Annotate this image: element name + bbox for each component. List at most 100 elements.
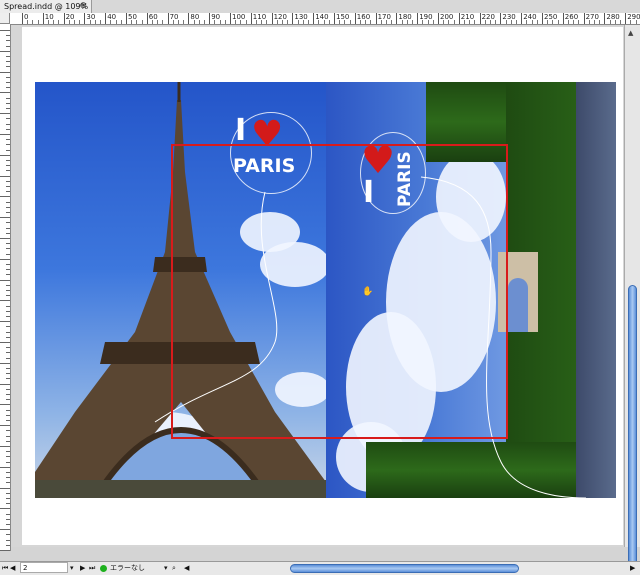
left-page-photo[interactable]: I ♥ PARIS bbox=[35, 82, 326, 498]
ruler-tick bbox=[6, 108, 10, 109]
ruler-tick bbox=[6, 186, 10, 187]
ruler-tick bbox=[6, 128, 10, 130]
ruler-tick-label: 190 bbox=[419, 13, 433, 21]
ruler-tick bbox=[354, 13, 356, 24]
ruler-origin[interactable] bbox=[0, 13, 10, 24]
close-tab-icon[interactable]: ⊗ bbox=[79, 0, 87, 13]
ruler-minor-tick bbox=[552, 20, 554, 24]
ruler-minor-tick bbox=[349, 20, 351, 24]
right-page-photo[interactable]: ♥ I PARIS ✋ bbox=[326, 82, 616, 498]
ruler-tick bbox=[0, 196, 10, 198]
ruler-tick bbox=[209, 13, 211, 24]
scroll-left-icon[interactable]: ◀ bbox=[184, 562, 189, 575]
ruler-minor-tick bbox=[469, 20, 471, 24]
scroll-up-icon[interactable]: ▲ bbox=[628, 29, 633, 37]
ruler-tick bbox=[0, 342, 10, 343]
ruler-tick-label: 170 bbox=[377, 13, 391, 21]
ruler-tick bbox=[105, 13, 107, 24]
ruler-tick bbox=[6, 66, 10, 68]
ruler-tick bbox=[0, 134, 10, 135]
ruler-tick bbox=[6, 378, 10, 380]
ruler-tick bbox=[375, 13, 377, 24]
ruler-minor-tick bbox=[287, 20, 289, 24]
ruler-minor-tick bbox=[141, 20, 143, 24]
ruler-minor-tick bbox=[74, 20, 75, 24]
ruler-minor-tick bbox=[422, 20, 424, 24]
ruler-minor-tick bbox=[453, 20, 455, 24]
ruler-tick-label: 290 bbox=[627, 13, 640, 21]
last-page-icon[interactable]: ⏭ bbox=[89, 562, 95, 575]
ruler-tick bbox=[6, 357, 10, 359]
horizontal-scroll-thumb[interactable] bbox=[290, 564, 519, 573]
ruler-minor-tick bbox=[224, 20, 226, 24]
open-document-icon[interactable]: ⌕ bbox=[172, 562, 176, 575]
ruler-minor-tick bbox=[635, 20, 637, 24]
ruler-minor-tick bbox=[620, 20, 621, 24]
ruler-tick bbox=[6, 430, 10, 432]
ruler-minor-tick bbox=[58, 20, 60, 24]
ruler-tick-label: 270 bbox=[585, 13, 599, 21]
ruler-minor-tick bbox=[474, 20, 476, 24]
ruler-minor-tick bbox=[79, 20, 81, 24]
vertical-ruler[interactable] bbox=[0, 24, 11, 551]
ruler-tick bbox=[334, 13, 335, 24]
ruler-tick bbox=[0, 550, 10, 551]
ruler-minor-tick bbox=[308, 20, 309, 24]
preflight-status-icon bbox=[100, 562, 107, 575]
ruler-minor-tick bbox=[32, 20, 34, 24]
ruler-tick bbox=[6, 87, 10, 89]
ruler-tick bbox=[6, 284, 10, 286]
ruler-minor-tick bbox=[531, 20, 533, 24]
ruler-tick bbox=[126, 13, 127, 24]
page-number-field[interactable]: 2 bbox=[20, 562, 68, 573]
ruler-minor-tick bbox=[557, 20, 559, 24]
ruler-minor-tick bbox=[448, 20, 450, 24]
ruler-tick bbox=[542, 13, 543, 24]
horizontal-ruler[interactable]: 0 10 20 30 40 50 60 70 80 90 100 110 120 130 140 150 160… bbox=[10, 13, 640, 25]
ruler-tick bbox=[604, 13, 606, 24]
ruler-tick bbox=[479, 13, 481, 24]
ruler-tick bbox=[6, 61, 10, 63]
page-dropdown-icon[interactable]: ▾ bbox=[70, 562, 74, 575]
scroll-right-icon[interactable]: ▶ bbox=[630, 562, 635, 575]
ruler-tick bbox=[0, 383, 10, 385]
spread[interactable]: I ♥ PARIS ♥ I PARIS ✋ bbox=[35, 82, 616, 498]
ruler-tick bbox=[500, 13, 502, 24]
preflight-dropdown-icon[interactable]: ▾ bbox=[164, 562, 168, 575]
ruler-minor-tick bbox=[505, 20, 507, 24]
ruler-tick-label: 200 bbox=[440, 13, 454, 21]
ruler-minor-tick bbox=[510, 20, 512, 24]
ruler-tick bbox=[6, 290, 10, 291]
ruler-tick bbox=[0, 508, 10, 510]
preflight-status[interactable]: エラーなし bbox=[110, 562, 145, 575]
ruler-tick bbox=[6, 456, 10, 458]
ruler-minor-tick bbox=[204, 20, 205, 24]
vertical-scrollbar[interactable]: ▲ bbox=[624, 25, 640, 570]
ruler-minor-tick bbox=[183, 20, 185, 24]
prev-page-icon[interactable]: ◀ bbox=[10, 562, 15, 575]
ruler-tick bbox=[0, 466, 10, 468]
ruler-tick bbox=[6, 326, 10, 328]
ruler-tick bbox=[6, 253, 10, 255]
ruler-tick bbox=[6, 368, 10, 369]
ruler-minor-tick bbox=[365, 20, 367, 24]
ruler-minor-tick bbox=[131, 20, 133, 24]
ruler-tick bbox=[0, 154, 10, 156]
next-page-icon[interactable]: ▶ bbox=[80, 562, 85, 575]
ruler-tick bbox=[6, 503, 10, 505]
document-tab[interactable]: Spread.indd @ 109% ⊗ bbox=[0, 0, 92, 13]
document-tab-title: Spread.indd @ 109% bbox=[4, 2, 89, 11]
ruler-tick bbox=[63, 13, 65, 24]
ruler-minor-tick bbox=[526, 20, 528, 24]
ruler-tick bbox=[6, 243, 10, 245]
ruler-tick bbox=[6, 102, 10, 104]
ruler-tick bbox=[271, 13, 273, 24]
ruler-tick bbox=[6, 399, 10, 401]
ruler-tick bbox=[6, 82, 10, 83]
vertical-scroll-thumb[interactable] bbox=[628, 285, 637, 570]
ruler-tick bbox=[6, 513, 10, 515]
first-page-icon[interactable]: ⏮ bbox=[2, 562, 8, 575]
ruler-tick bbox=[0, 425, 10, 427]
ruler-tick-label: 110 bbox=[252, 13, 267, 21]
ruler-tick bbox=[6, 295, 10, 297]
